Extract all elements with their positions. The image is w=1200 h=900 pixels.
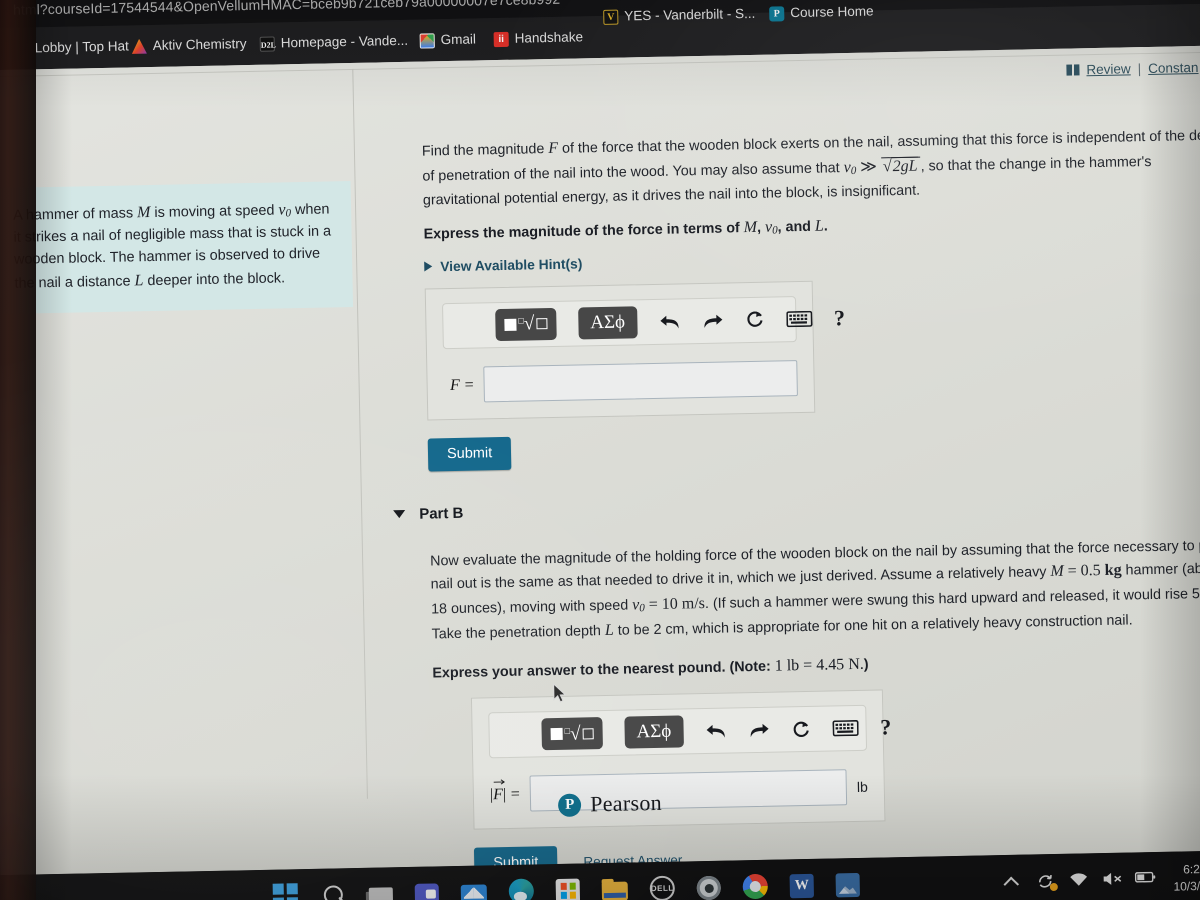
volume-muted-icon[interactable] xyxy=(1101,870,1121,888)
bookmark-label: Course Home xyxy=(790,3,874,21)
filled-square-icon xyxy=(504,318,517,331)
page-body: Review | Constan A hammer of mass M is m… xyxy=(0,45,1200,881)
part-a-answer-label: F = xyxy=(449,376,474,394)
store-button[interactable] xyxy=(555,878,581,900)
keyboard-icon[interactable] xyxy=(785,310,813,328)
chevron-right-icon xyxy=(424,261,433,272)
settings-button[interactable] xyxy=(696,875,722,900)
problem-statement: A hammer of mass M is moving at speed v0… xyxy=(0,181,354,315)
part-a-express-instruction: Express the magnitude of the force in te… xyxy=(423,217,828,243)
view-hints-label: View Available Hint(s) xyxy=(440,256,583,274)
bookmark-label: Homepage - Vande... xyxy=(280,33,409,51)
radical-icon: □√ xyxy=(564,723,581,745)
bookmark-course-home[interactable]: P Course Home xyxy=(769,0,874,35)
laptop-screen-photo: html?courseId=17544544&OpenVellumHMAC=bc… xyxy=(0,0,1200,900)
help-icon[interactable]: ? xyxy=(880,715,892,741)
bookmark-lobby-top-hat[interactable]: Lobby | Top Hat xyxy=(13,25,129,69)
part-a-answer-box: □√ ΑΣϕ ? F = xyxy=(424,280,845,421)
bookmark-label: Lobby | Top Hat xyxy=(34,38,130,56)
part-b-header[interactable]: Part B xyxy=(393,489,1200,523)
part-b-title: Part B xyxy=(419,504,464,523)
sync-alert-badge xyxy=(1049,882,1058,891)
part-a-answer-input[interactable] xyxy=(483,359,798,403)
d2l-icon: D2L xyxy=(259,36,276,52)
greek-symbols-button[interactable]: ΑΣϕ xyxy=(624,715,684,749)
bookmark-gmail[interactable]: Gmail xyxy=(419,18,476,61)
bookmark-handshake[interactable]: ii Handshake xyxy=(493,16,583,60)
photos-button[interactable] xyxy=(835,872,860,897)
edge-button[interactable] xyxy=(508,878,535,900)
part-a-section: Find the magnitude F of the force that t… xyxy=(393,124,1200,882)
part-a-input-row: F = xyxy=(443,359,798,403)
mail-button[interactable] xyxy=(460,884,488,900)
part-b-express-instruction: Express your answer to the nearest pound… xyxy=(432,656,869,682)
gmail-icon xyxy=(419,32,435,49)
show-hidden-icons-icon[interactable] xyxy=(1002,872,1022,890)
keyboard-icon[interactable] xyxy=(832,720,859,737)
task-view-button[interactable] xyxy=(368,886,394,900)
bookmark-yes-vanderbilt[interactable]: V YES - Vanderbilt - S... xyxy=(603,0,756,38)
battery-icon[interactable] xyxy=(1134,870,1155,888)
problem-statement-text: A hammer of mass M is moving at speed v0… xyxy=(12,201,332,292)
greek-symbols-label: ΑΣϕ xyxy=(590,311,626,333)
filled-square-icon xyxy=(550,728,563,741)
reset-icon[interactable] xyxy=(745,310,764,329)
bookmark-label: Aktiv Chemistry xyxy=(152,36,247,54)
bookmark-label: YES - Vanderbilt - S... xyxy=(624,6,756,24)
search-button[interactable] xyxy=(321,882,348,900)
wifi-icon[interactable] xyxy=(1068,871,1088,889)
undo-icon[interactable] xyxy=(659,312,680,330)
aktiv-icon xyxy=(132,39,147,54)
empty-square-icon xyxy=(536,318,548,330)
taskbar-clock[interactable]: 6:26 10/3/2 xyxy=(1173,861,1200,894)
part-a-paragraph: Find the magnitude F of the force that t… xyxy=(422,124,1200,212)
clock-time: 6:26 xyxy=(1183,862,1200,877)
start-button[interactable] xyxy=(272,882,300,900)
bookmark-aktiv-chemistry[interactable]: Aktiv Chemistry xyxy=(131,23,247,67)
url-text: html?courseId=17544544&OpenVellumHMAC=bc… xyxy=(12,0,561,18)
greek-symbols-label: ΑΣϕ xyxy=(636,720,672,743)
tophat-icon xyxy=(14,41,29,56)
part-a-button-row: Submit xyxy=(427,422,1200,472)
yes-icon: V xyxy=(603,9,619,25)
pearson-logo-icon: P xyxy=(557,793,582,817)
teams-button[interactable] xyxy=(414,882,440,900)
help-icon[interactable]: ? xyxy=(834,305,846,331)
clock-date: 10/3/2 xyxy=(1173,878,1200,894)
greek-symbols-button[interactable]: ΑΣϕ xyxy=(577,306,638,340)
pearson-brand-name: Pearson xyxy=(589,789,663,817)
bookmark-label: Handshake xyxy=(514,29,584,46)
onedrive-sync-icon[interactable] xyxy=(1035,872,1058,891)
part-b-paragraph: Now evaluate the magnitude of the holdin… xyxy=(430,534,1200,647)
math-template-button[interactable]: □√ xyxy=(541,717,603,751)
redo-icon[interactable] xyxy=(748,721,769,739)
pearson-icon: P xyxy=(769,5,785,22)
chevron-down-icon xyxy=(393,510,406,519)
word-button[interactable]: W xyxy=(789,873,815,898)
file-explorer-button[interactable] xyxy=(601,881,629,900)
part-b-math-toolbar: □√ ΑΣϕ ? xyxy=(488,705,892,759)
redo-icon[interactable] xyxy=(702,311,723,329)
system-tray: 6:26 10/3/2 xyxy=(1002,851,1200,900)
radical-icon: □√ xyxy=(518,313,535,335)
part-a-math-toolbar: □√ ΑΣϕ ? xyxy=(441,295,845,349)
handshake-icon: ii xyxy=(493,31,509,47)
view-hints-toggle[interactable]: View Available Hint(s) xyxy=(424,243,1200,274)
part-a-submit-button[interactable]: Submit xyxy=(427,436,512,472)
chrome-button[interactable] xyxy=(742,873,769,900)
bookmark-label: Gmail xyxy=(440,31,477,48)
undo-icon[interactable] xyxy=(705,722,726,740)
browser-window: html?courseId=17544544&OpenVellumHMAC=bc… xyxy=(0,0,1200,900)
bookmark-d2l-homepage[interactable]: D2L Homepage - Vande... xyxy=(259,20,408,65)
reset-icon[interactable] xyxy=(791,720,810,739)
empty-square-icon xyxy=(582,728,594,740)
math-template-button[interactable]: □√ xyxy=(495,307,557,341)
dell-button[interactable]: DELL xyxy=(649,875,676,900)
content-column: Find the magnitude F of the force that t… xyxy=(384,46,1200,881)
